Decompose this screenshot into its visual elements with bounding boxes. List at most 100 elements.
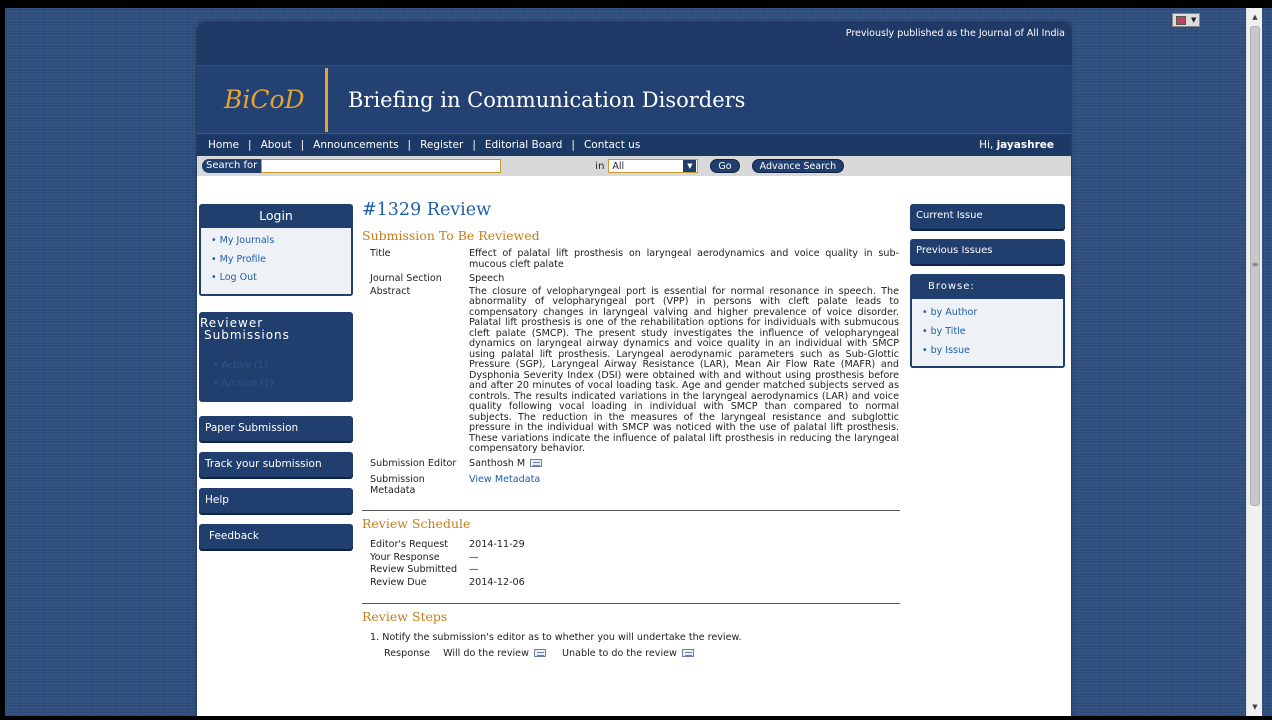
email-icon[interactable] xyxy=(681,649,694,657)
vertical-scrollbar[interactable]: ▲ ≡ ▼ xyxy=(1246,8,1262,716)
will-do-text: Will do the review xyxy=(443,648,529,659)
browse-box: Browse: • by Author • by Title • by Issu… xyxy=(910,274,1065,368)
top-notice: Previously published as the Journal of A… xyxy=(197,22,1071,65)
nav-editorial-board[interactable]: Editorial Board xyxy=(484,139,564,151)
go-button[interactable]: Go xyxy=(710,159,740,173)
left-sidebar: Login • My Journals • My Profile • Log O… xyxy=(199,204,353,560)
my-profile-link[interactable]: • My Profile xyxy=(211,251,351,270)
journal-banner: BiCoD Briefing in Communication Disorder… xyxy=(197,65,1071,133)
field-label: Review Submitted xyxy=(370,564,458,575)
field-value: 2014-12-06 xyxy=(469,576,525,588)
scroll-down-icon[interactable]: ▼ xyxy=(1247,700,1263,714)
nav-separator: | xyxy=(248,139,252,151)
search-bar: Search for in All ▼ Go Advance Search xyxy=(197,156,1071,176)
main-nav: Home | About | Announcements | Register … xyxy=(197,133,1071,156)
active-submissions-link[interactable]: • Active (1) xyxy=(213,357,353,375)
paper-submission-link[interactable]: Paper Submission xyxy=(199,415,353,441)
reviewer-links: • Active (1) • Archive (1) xyxy=(199,341,353,393)
current-issue-link[interactable]: Current Issue xyxy=(910,204,1065,229)
field-value: — xyxy=(469,551,479,563)
response-label: Response xyxy=(384,648,431,659)
dropdown-arrow-icon: ▼ xyxy=(1190,16,1197,24)
advance-search-button[interactable]: Advance Search xyxy=(751,159,845,173)
field-value: Speech xyxy=(469,273,505,284)
field-label: Review Due xyxy=(370,576,427,588)
field-value: Effect of palatal lift prosthesis on lar… xyxy=(469,248,899,270)
window-left-border xyxy=(0,0,5,720)
unable-text: Unable to do the review xyxy=(562,648,677,659)
nav-home[interactable]: Home xyxy=(207,139,240,151)
field-row-title: Title Effect of palatal lift prosthesis … xyxy=(362,248,902,270)
username: jayashree xyxy=(996,139,1054,151)
previous-issues-link[interactable]: Previous Issues xyxy=(910,239,1065,264)
window-bottom-border xyxy=(0,716,1272,720)
nav-separator: | xyxy=(472,139,476,151)
nav-contact-us[interactable]: Contact us xyxy=(583,139,641,151)
section-divider xyxy=(362,603,900,604)
metadata-label-line1: Submission xyxy=(370,474,425,485)
schedule-row: Editor's Request 2014-11-29 xyxy=(362,539,902,552)
archive-submissions-link[interactable]: • Archive (1) xyxy=(213,375,353,393)
browse-by-issue-link[interactable]: • by Issue xyxy=(922,341,1063,360)
search-input[interactable] xyxy=(261,159,502,173)
window-top-border xyxy=(0,0,1272,8)
help-link[interactable]: Help xyxy=(199,487,353,513)
search-scope-value: All xyxy=(612,160,625,172)
nav-announcements[interactable]: Announcements xyxy=(312,139,399,151)
section-submission-title: Submission To Be Reviewed xyxy=(362,228,540,243)
reviewer-submissions-box: Reviewer Submissions • Active (1) • Arch… xyxy=(199,311,353,402)
login-box: Login • My Journals • My Profile • Log O… xyxy=(199,204,353,296)
response-row: Response Will do the review Unable to do… xyxy=(362,648,902,659)
nav-register[interactable]: Register xyxy=(419,139,464,151)
section-schedule-title: Review Schedule xyxy=(362,516,471,531)
page-title: #1329 Review xyxy=(362,200,492,220)
schedule-row: Review Due 2014-12-06 xyxy=(362,577,902,590)
field-label: Editor's Request xyxy=(370,539,449,550)
right-sidebar: Current Issue Previous Issues Browse: • … xyxy=(910,204,1065,379)
field-value: — xyxy=(469,564,479,575)
field-label: Your Response xyxy=(370,551,440,563)
section-steps-title: Review Steps xyxy=(362,609,448,624)
login-title: Login xyxy=(199,204,353,228)
email-icon[interactable] xyxy=(530,458,543,467)
browse-by-author-link[interactable]: • by Author xyxy=(922,303,1063,322)
track-submission-link[interactable]: Track your submission xyxy=(199,451,353,477)
field-label: Submission Editor xyxy=(370,457,457,469)
journal-page: Previously published as the Journal of A… xyxy=(197,22,1071,716)
field-label: Journal Section xyxy=(370,273,442,284)
journal-logo[interactable]: BiCoD xyxy=(197,85,325,114)
nav-separator: | xyxy=(300,139,305,151)
browse-links: • by Author • by Title • by Issue xyxy=(910,299,1065,368)
will-do-review-link[interactable]: Will do the review xyxy=(443,648,546,659)
email-icon[interactable] xyxy=(534,649,546,657)
unable-review-link[interactable]: Unable to do the review xyxy=(562,648,694,659)
main-content: #1329 Review Submission To Be Reviewed T… xyxy=(362,200,902,659)
journal-title: Briefing in Communication Disorders xyxy=(348,87,746,112)
view-metadata-link[interactable]: View Metadata xyxy=(469,474,540,485)
field-label: Abstract xyxy=(370,285,411,297)
greeting-text: Hi, xyxy=(979,139,994,151)
reviewer-title-line2: Submissions xyxy=(204,327,290,342)
compat-view-button[interactable]: ▼ xyxy=(1172,13,1200,27)
browse-by-title-link[interactable]: • by Title xyxy=(922,322,1063,341)
scroll-up-icon[interactable]: ▲ xyxy=(1247,10,1263,24)
search-in-label: in xyxy=(595,160,605,172)
search-scope-select[interactable]: All ▼ xyxy=(608,159,699,173)
reviewer-title-line1: Reviewer xyxy=(200,315,264,330)
user-greeting: Hi, jayashree xyxy=(979,139,1071,151)
field-label: Title xyxy=(370,248,391,259)
my-journals-link[interactable]: • My Journals xyxy=(211,232,351,251)
field-label: Submission Metadata xyxy=(362,474,469,496)
nav-about[interactable]: About xyxy=(260,139,293,151)
section-divider xyxy=(362,510,900,511)
feedback-link[interactable]: Feedback xyxy=(199,523,353,549)
browse-title: Browse: xyxy=(910,274,1065,299)
schedule-row: Review Submitted — xyxy=(362,564,902,577)
chevron-down-icon: ▼ xyxy=(683,160,697,172)
field-row-abstract: Abstract The closure of velopharyngeal p… xyxy=(362,285,902,455)
metadata-label-line2: Metadata xyxy=(370,484,416,496)
field-value: Santhosh M xyxy=(469,457,899,470)
field-row-editor: Submission Editor Santhosh M xyxy=(362,457,902,470)
editor-name: Santhosh M xyxy=(469,457,526,469)
log-out-link[interactable]: • Log Out xyxy=(211,269,351,288)
